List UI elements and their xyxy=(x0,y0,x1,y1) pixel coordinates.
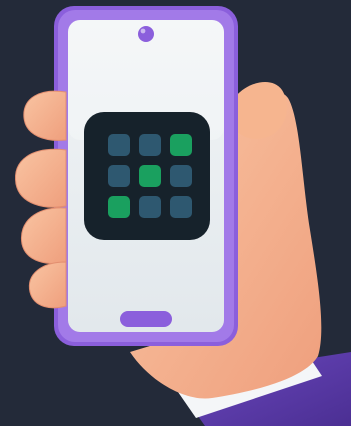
grid-apps-icon[interactable] xyxy=(84,112,210,240)
fingers-left xyxy=(15,90,67,309)
app-tile xyxy=(170,196,192,218)
front-camera-icon xyxy=(138,26,154,42)
illustration-canvas xyxy=(15,6,351,426)
app-tile xyxy=(139,134,161,156)
app-tile xyxy=(108,134,130,156)
phone-in-hand-illustration xyxy=(0,0,351,426)
home-indicator-icon[interactable] xyxy=(120,311,172,327)
app-tiles xyxy=(108,134,192,218)
app-tile xyxy=(139,196,161,218)
finger-little xyxy=(28,261,67,309)
finger-middle xyxy=(15,148,67,208)
app-tile xyxy=(108,165,130,187)
finger-ring xyxy=(20,207,67,264)
app-tile-active xyxy=(108,196,130,218)
app-tile-active xyxy=(139,165,161,187)
app-tile xyxy=(170,165,192,187)
app-tile-active xyxy=(170,134,192,156)
finger-index xyxy=(23,90,67,141)
